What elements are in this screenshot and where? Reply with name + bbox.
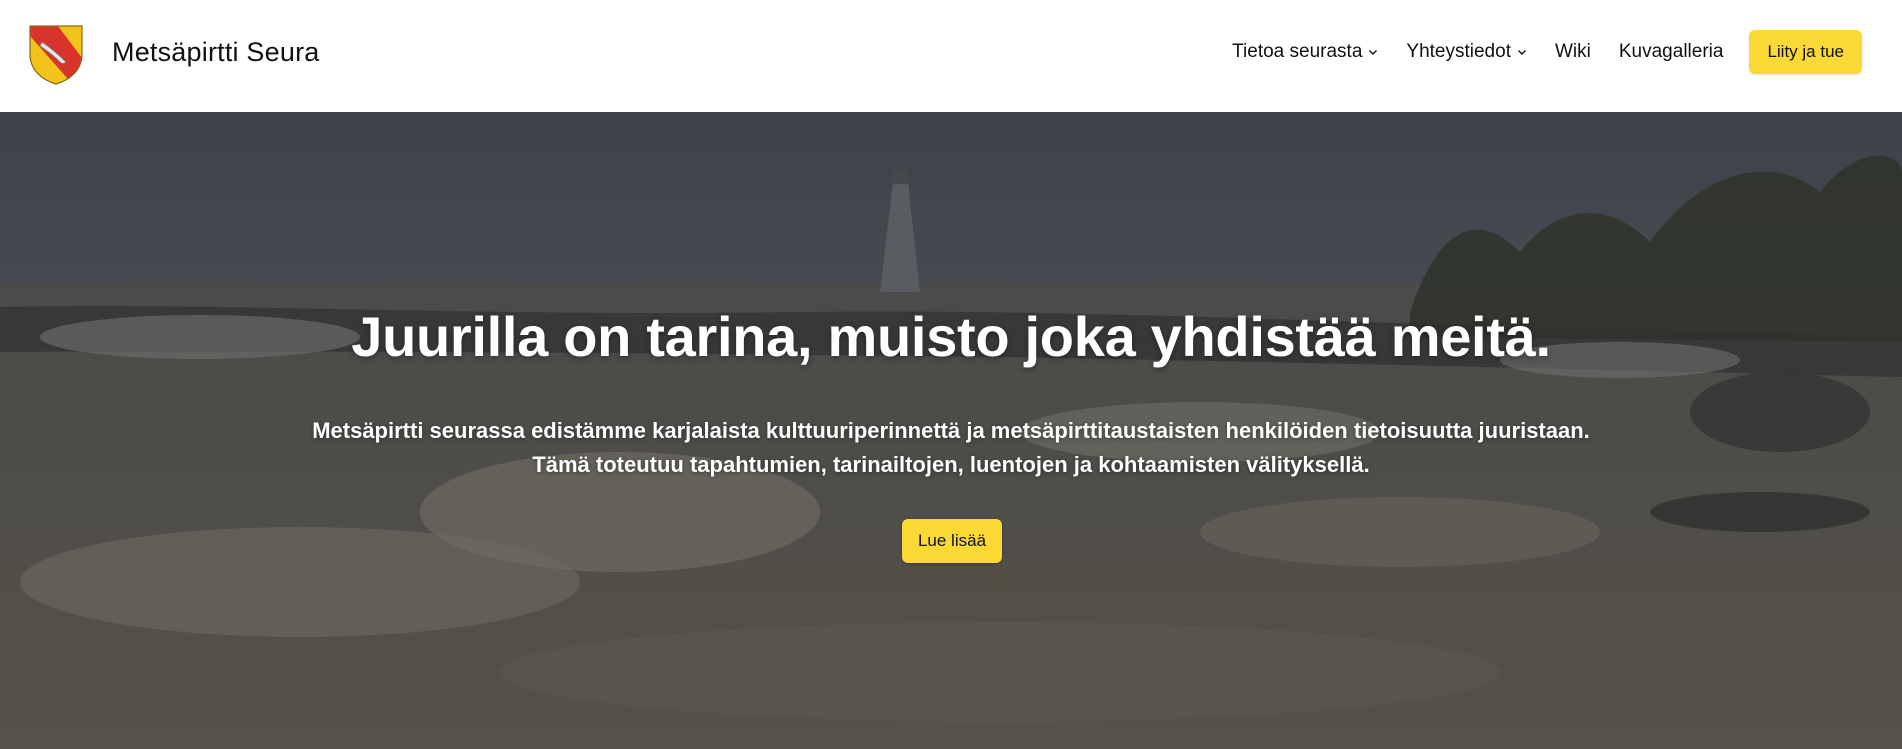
nav-item-yhteystiedot[interactable]: Yhteystiedot <box>1406 40 1527 64</box>
nav-item-label: Tietoa seurasta <box>1232 41 1363 62</box>
chevron-down-icon <box>1517 50 1526 55</box>
nav-item-label: Yhteystiedot <box>1406 41 1511 62</box>
nav-item-kuvagalleria[interactable]: Kuvagalleria <box>1619 40 1724 64</box>
nav-item-label: Wiki <box>1554 41 1591 62</box>
main-nav: Tietoa seurasta Yhteystiedot Wiki Kuvaga… <box>1204 28 1862 76</box>
site-header: Metsäpirtti Seura Tietoa seurasta Yhteys… <box>0 0 1902 112</box>
nav-item-label: Kuvagalleria <box>1618 41 1724 62</box>
hero-title: Juurilla on tarina, muisto joka yhdistää… <box>351 305 1551 368</box>
hero-description: Metsäpirtti seurassa edistämme karjalais… <box>0 414 1902 482</box>
join-support-button[interactable]: Liity ja tue <box>1749 30 1862 74</box>
coat-of-arms-icon[interactable] <box>28 24 84 86</box>
chevron-down-icon <box>1369 50 1378 55</box>
hero-section: Juurilla on tarina, muisto joka yhdistää… <box>0 112 1902 749</box>
read-more-button[interactable]: Lue lisää <box>902 519 1002 563</box>
nav-item-tietoa-seurasta[interactable]: Tietoa seurasta <box>1232 40 1378 64</box>
site-title[interactable]: Metsäpirtti Seura <box>112 36 319 68</box>
nav-item-wiki[interactable]: Wiki <box>1555 40 1591 64</box>
hero-description-line-1: Metsäpirtti seurassa edistämme karjalais… <box>312 418 1590 443</box>
hero-description-line-2: Tämä toteutuu tapahtumien, tarinailtojen… <box>532 452 1370 477</box>
